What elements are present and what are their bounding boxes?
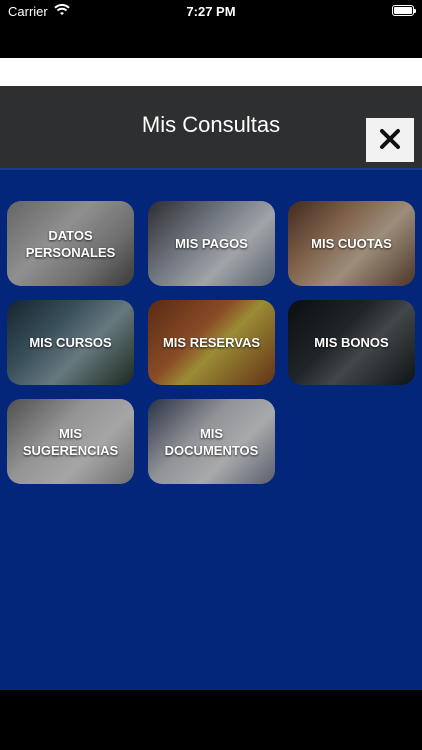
tile-mis-sugerencias[interactable]: MIS SUGERENCIAS (7, 399, 134, 484)
tile-label: MIS CUOTAS (311, 236, 392, 251)
close-icon (379, 128, 401, 153)
tile-label: MIS PAGOS (175, 236, 248, 251)
tile-mis-documentos[interactable]: MIS DOCUMENTOS (148, 399, 275, 484)
tile-mis-pagos[interactable]: MIS PAGOS (148, 201, 275, 286)
tile-mis-cuotas[interactable]: MIS CUOTAS (288, 201, 415, 286)
page-title: Mis Consultas (141, 112, 281, 137)
battery-icon (392, 5, 416, 16)
tile-label: MIS DOCUMENTOS (164, 425, 259, 458)
bottom-bar (0, 690, 422, 750)
status-time: 7:27 PM (186, 4, 236, 19)
close-button[interactable] (366, 118, 414, 162)
tile-label: MIS CURSOS (29, 335, 112, 350)
tile-label: MIS RESERVAS (162, 335, 261, 350)
tile-label: MIS SUGERENCIAS (22, 425, 119, 458)
header: Mis Consultas (0, 86, 422, 170)
tile-datos-personales[interactable]: DATOS PERSONALES (7, 201, 134, 286)
nav-strip (0, 58, 422, 86)
tile-mis-bonos[interactable]: MIS BONOS (288, 300, 415, 385)
tile-mis-cursos[interactable]: MIS CURSOS (7, 300, 134, 385)
tile-mis-reservas[interactable]: MIS RESERVAS (148, 300, 275, 385)
tile-label: DATOS PERSONALES (25, 227, 116, 260)
tile-label: MIS BONOS (314, 335, 389, 350)
status-bar: Carrier 7:27 PM (0, 0, 422, 22)
